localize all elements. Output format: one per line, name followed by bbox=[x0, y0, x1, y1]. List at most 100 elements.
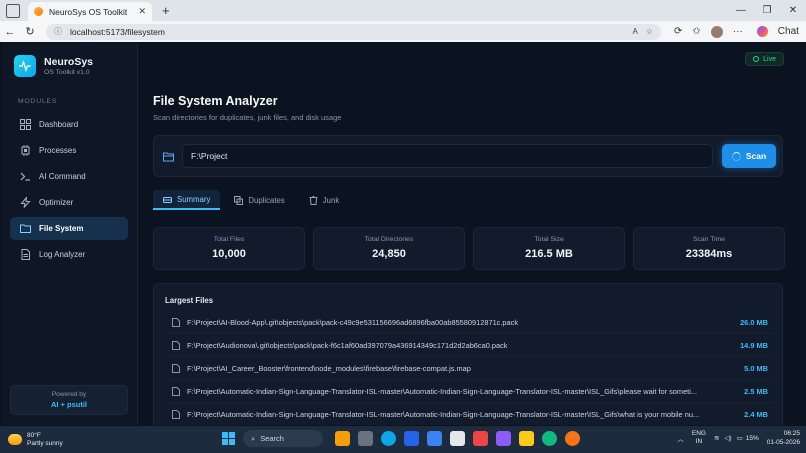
clock[interactable]: 06:25 01-05-2026 bbox=[767, 429, 800, 447]
browser-tab[interactable]: NeuroSys OS Toolkit ✕ bbox=[28, 2, 152, 21]
favorites-icon[interactable]: ✩ bbox=[692, 26, 700, 37]
tab-label: Duplicates bbox=[248, 195, 285, 205]
chevron-up-icon[interactable]: ︿ bbox=[677, 433, 684, 443]
file-size: 2.5 MB bbox=[744, 386, 768, 396]
brand-name: NeuroSys bbox=[44, 56, 94, 68]
stat-value: 216.5 MB bbox=[525, 248, 573, 260]
list-item[interactable]: F:\Project\AI-Blood-App\.git\objects\pac… bbox=[164, 311, 774, 334]
sidebar-item-processes[interactable]: Processes bbox=[10, 139, 128, 162]
more-menu-icon[interactable]: ··· bbox=[733, 26, 743, 37]
sidebar-item-ai-command[interactable]: AI Command bbox=[10, 165, 128, 188]
list-item[interactable]: F:\Project\AI_Career_Booster\frontend\no… bbox=[164, 357, 774, 380]
sidebar-item-log-analyzer[interactable]: Log Analyzer bbox=[10, 243, 128, 266]
weather-widget[interactable]: 80°F Partly sunny bbox=[8, 432, 88, 448]
file-size: 26.0 MB bbox=[740, 317, 768, 327]
stat-value: 10,000 bbox=[212, 248, 246, 260]
sidebar-item-label: Optimizer bbox=[39, 198, 74, 207]
url-field[interactable]: ⓘ localhost:5173/filesystem A ☆ bbox=[46, 23, 661, 40]
sidebar-item-dashboard[interactable]: Dashboard bbox=[10, 113, 128, 136]
tab-close-icon[interactable]: ✕ bbox=[138, 6, 146, 17]
stat-value: 24,850 bbox=[372, 248, 406, 260]
minimize-button[interactable]: — bbox=[728, 0, 754, 21]
trash-icon bbox=[309, 195, 318, 205]
stat-card-total-directories: Total Directories 24,850 bbox=[313, 227, 465, 270]
file-explorer-icon[interactable] bbox=[519, 431, 534, 446]
language-indicator[interactable]: ENG IN bbox=[692, 430, 706, 446]
brand-version: OS Toolkit v1.0 bbox=[44, 69, 90, 76]
file-path: F:\Project\Automatic-Indian-Sign-Languag… bbox=[187, 409, 700, 419]
weather-temp: 80°F bbox=[27, 431, 41, 439]
list-item[interactable]: F:\Project\Automatic-Indian-Sign-Languag… bbox=[164, 403, 774, 425]
copy-icon bbox=[234, 195, 244, 205]
tab-summary[interactable]: Summary bbox=[153, 190, 221, 210]
close-window-button[interactable]: ✕ bbox=[780, 0, 806, 21]
wifi-icon bbox=[753, 56, 760, 62]
grid-icon bbox=[20, 119, 31, 130]
screen: NeuroSys OS Toolkit ✕ + — ❐ ✕ ← ↻ ⓘ loca… bbox=[0, 0, 806, 453]
sidebar-item-label: AI Command bbox=[39, 172, 86, 181]
file-icon bbox=[172, 409, 180, 419]
stat-label: Total Size bbox=[534, 236, 564, 243]
sidebar-item-optimizer[interactable]: Optimizer bbox=[10, 191, 128, 214]
system-tray: ︿ ENG IN ≋ ◁) ▭ 15% 06:25 01-05-2026 bbox=[677, 429, 800, 447]
directory-path-input[interactable] bbox=[182, 144, 713, 168]
list-item[interactable]: F:\Project\Automatic-Indian-Sign-Languag… bbox=[164, 380, 774, 403]
new-tab-button[interactable]: + bbox=[162, 3, 170, 18]
page-title: File System Analyzer bbox=[153, 94, 278, 108]
sidebar-item-file-system[interactable]: File System bbox=[10, 217, 128, 240]
tab-duplicates[interactable]: Duplicates bbox=[224, 190, 294, 210]
window-controls: — ❐ ✕ bbox=[728, 0, 806, 21]
sidebar-nav: Dashboard Processes AI Command Optimizer… bbox=[10, 113, 128, 269]
sidebar-item-label: Dashboard bbox=[39, 120, 79, 129]
tab-junk[interactable]: Junk bbox=[299, 190, 349, 210]
taskbar-apps: ⌕ Search bbox=[222, 430, 584, 447]
file-path: F:\Project\Automatic-Indian-Sign-Languag… bbox=[187, 386, 698, 396]
favorite-star-icon[interactable]: ☆ bbox=[646, 27, 653, 36]
windows-start-icon[interactable] bbox=[222, 432, 235, 445]
tab-label: Summary bbox=[177, 194, 211, 204]
store-icon[interactable] bbox=[450, 431, 465, 446]
copilot-chat-button[interactable]: Chat bbox=[752, 26, 804, 37]
back-arrow-icon[interactable]: ← bbox=[0, 26, 20, 38]
chrome-icon[interactable] bbox=[565, 431, 580, 446]
volume-icon[interactable]: ◁) bbox=[724, 434, 731, 442]
app-red-icon[interactable] bbox=[473, 431, 488, 446]
stats-row: Total Files 10,000 Total Directories 24,… bbox=[153, 227, 785, 270]
tab-actions-icon[interactable] bbox=[6, 3, 20, 18]
copilot-taskbar-icon[interactable] bbox=[496, 431, 511, 446]
chrome-alt-icon[interactable] bbox=[542, 431, 557, 446]
tab-title: NeuroSys OS Toolkit bbox=[49, 6, 128, 17]
stat-label: Total Directories bbox=[364, 236, 414, 243]
file-size: 5.0 MB bbox=[744, 363, 768, 373]
list-item[interactable]: F:\Project\Audionova\.git\objects\pack\p… bbox=[164, 334, 774, 357]
file-size: 14.9 MB bbox=[740, 340, 768, 350]
battery-icon[interactable]: ▭ bbox=[737, 434, 743, 442]
largest-files-title: Largest Files bbox=[165, 296, 214, 305]
restore-button[interactable]: ❐ bbox=[754, 0, 780, 21]
vscode-icon[interactable] bbox=[427, 431, 442, 446]
reload-icon[interactable]: ↻ bbox=[20, 25, 40, 38]
search-icon: ⌕ bbox=[251, 433, 256, 443]
edge-browser-icon[interactable] bbox=[381, 431, 396, 446]
stat-label: Scan Time bbox=[692, 236, 726, 243]
extensions-icon[interactable]: ⟳ bbox=[674, 26, 682, 37]
document-icon bbox=[21, 249, 30, 260]
read-aloud-icon[interactable]: A bbox=[632, 27, 637, 36]
pulse-logo-icon bbox=[14, 55, 36, 77]
file-size: 2.4 MB bbox=[744, 409, 768, 419]
profile-avatar[interactable] bbox=[710, 25, 723, 38]
widgets-icon[interactable] bbox=[335, 431, 350, 446]
stat-card-scan-time: Scan Time 23384ms bbox=[633, 227, 785, 270]
file-icon bbox=[172, 363, 180, 373]
clock-time: 06:25 bbox=[783, 430, 800, 437]
windows-taskbar: 80°F Partly sunny ⌕ Search ︿ ENG IN ≋ ◁)… bbox=[0, 426, 806, 453]
search-label: Search bbox=[260, 434, 284, 443]
main-content: Live File System Analyzer Scan directori… bbox=[139, 43, 804, 425]
vscode-alt-icon[interactable] bbox=[404, 431, 419, 446]
scan-button[interactable]: Scan bbox=[722, 144, 776, 168]
taskbar-search[interactable]: ⌕ Search bbox=[243, 430, 323, 447]
disk-icon bbox=[163, 196, 172, 203]
task-view-icon[interactable] bbox=[358, 431, 373, 446]
site-info-icon[interactable]: ⓘ bbox=[54, 26, 62, 37]
wifi-tray-icon[interactable]: ≋ bbox=[714, 434, 719, 442]
